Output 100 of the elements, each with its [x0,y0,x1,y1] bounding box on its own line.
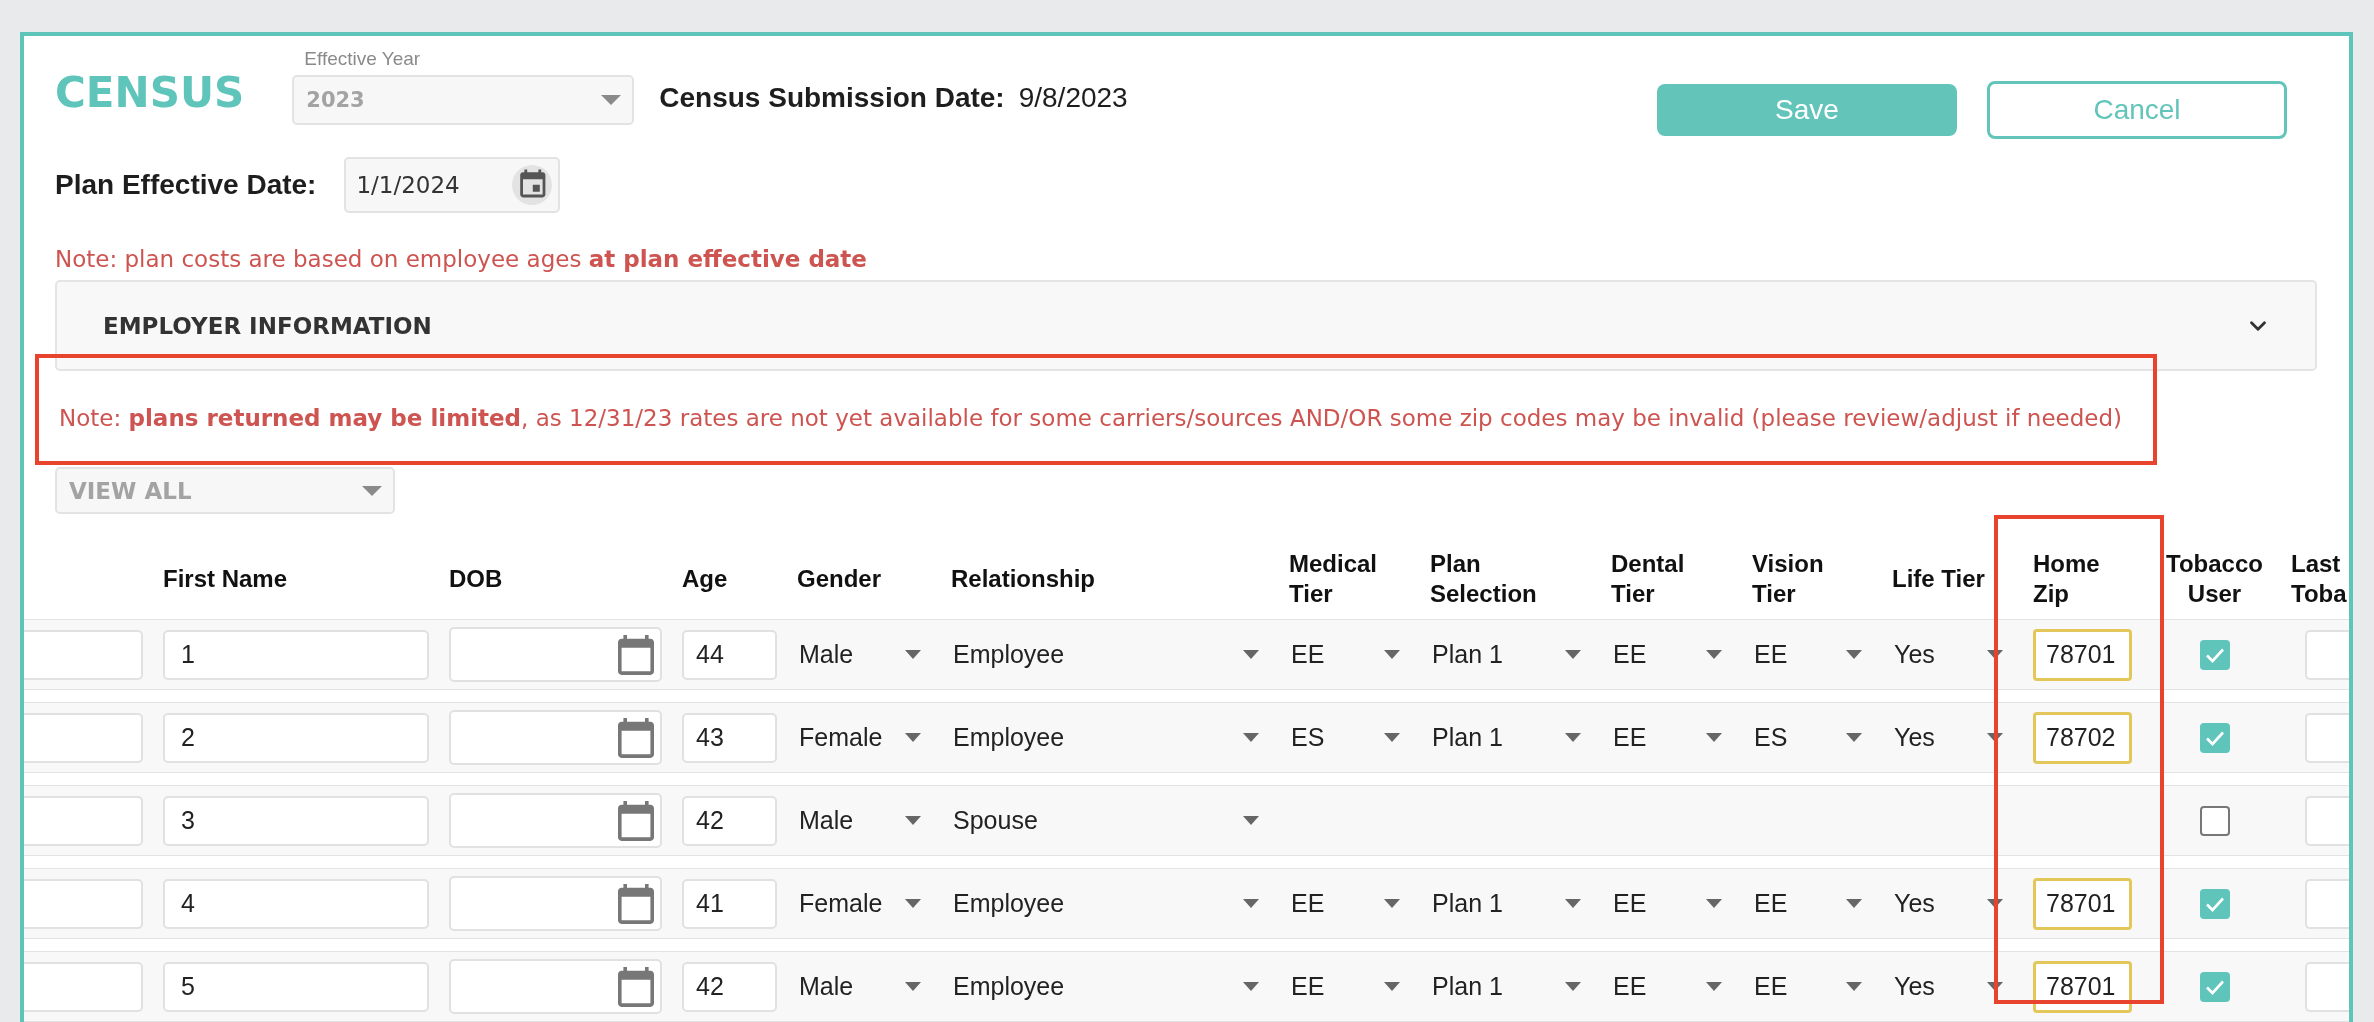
tier-select[interactable]: EE [1289,878,1410,929]
input-field[interactable] [2305,961,2349,1012]
check-icon [2204,978,2225,995]
age-field[interactable]: 43 [682,712,777,763]
tier-select[interactable]: Yes [1892,961,2013,1012]
caret-icon [1243,982,1259,991]
accordion-header[interactable]: EMPLOYER INFORMATION [55,280,2317,371]
caret-icon [1565,650,1581,659]
tier-select[interactable]: Plan 1 [1430,629,1591,680]
date-field[interactable] [449,710,662,765]
date-field[interactable] [449,627,662,682]
tobacco-checkbox[interactable] [2199,971,2230,1002]
tier-select[interactable]: Yes [1892,629,2013,680]
caret-icon [905,816,921,825]
zip-field[interactable]: 78701 [2033,628,2132,681]
gender-select[interactable]: Male [797,961,931,1012]
tobacco-checkbox[interactable] [2199,805,2230,836]
column-header: Life Tier [1892,564,1985,594]
caret-icon [1846,733,1862,742]
input-field[interactable] [24,712,143,763]
tier-select[interactable]: ES [1752,712,1872,763]
date-field[interactable] [449,793,662,848]
calendar-icon[interactable] [618,883,654,924]
tobacco-checkbox[interactable] [2199,639,2230,670]
caret-icon [601,95,622,105]
zip-field[interactable]: 78701 [2033,960,2132,1013]
tier-select[interactable]: EE [1611,961,1732,1012]
caret-icon [1706,650,1722,659]
first-name-field[interactable]: 5 [163,961,429,1012]
age-field[interactable]: 41 [682,878,777,929]
age-field[interactable]: 42 [682,961,777,1012]
gender-select[interactable]: Male [797,629,931,680]
tier-select[interactable]: EE [1752,961,1872,1012]
calendar-icon[interactable] [512,165,553,205]
date-field[interactable] [449,959,662,1014]
column-header: Dental Tier [1611,549,1686,609]
first-name-field[interactable]: 2 [163,712,429,763]
relationship-select[interactable]: Employee [951,878,1269,929]
column-header: Last Toba [2291,549,2348,609]
age-field[interactable]: 42 [682,795,777,846]
tier-select[interactable]: ES [1289,712,1410,763]
tier-select[interactable]: EE [1289,629,1410,680]
input-field[interactable] [2305,795,2349,846]
column-header: Gender [797,564,882,594]
column-header: Vision Tier [1752,549,1825,609]
caret-icon [1243,899,1259,908]
tier-select[interactable]: EE [1611,629,1732,680]
gender-select[interactable]: Female [797,878,931,929]
calendar-icon[interactable] [618,966,654,1007]
input-field[interactable] [2305,712,2349,763]
age-field[interactable]: 44 [682,629,777,680]
date-field[interactable] [449,876,662,931]
caret-icon [1565,733,1581,742]
tobacco-checkbox[interactable] [2199,722,2230,753]
gender-select[interactable]: Male [797,795,931,846]
caret-icon [1706,899,1722,908]
input-field[interactable] [2305,878,2349,929]
input-field[interactable] [2305,629,2349,680]
first-name-field[interactable]: 3 [163,795,429,846]
gender-select[interactable]: Female [797,712,931,763]
input-field[interactable] [24,795,143,846]
tier-select[interactable]: Plan 1 [1430,961,1591,1012]
zip-field[interactable]: 78701 [2033,877,2132,930]
submission-date-value: 9/8/2023 [1018,81,1128,115]
relationship-select[interactable]: Employee [951,629,1269,680]
tier-select[interactable]: EE [1752,629,1872,680]
calendar-icon[interactable] [618,717,654,758]
check-icon [2204,895,2225,912]
input-field[interactable] [24,878,143,929]
calendar-icon[interactable] [618,634,654,675]
tier-select[interactable]: Yes [1892,878,2013,929]
caret-icon [1565,982,1581,991]
caret-icon [1706,733,1722,742]
tier-select[interactable]: EE [1611,712,1732,763]
tier-select[interactable]: Yes [1892,712,2013,763]
tier-select[interactable]: EE [1611,878,1732,929]
column-header: First Name [163,564,288,594]
caret-icon [1243,650,1259,659]
first-name-field[interactable]: 1 [163,629,429,680]
caret-icon [1384,733,1400,742]
calendar-icon[interactable] [618,800,654,841]
caret-icon [1384,899,1400,908]
input-field[interactable] [24,629,143,680]
caret-icon [1846,899,1862,908]
caret-icon [1384,650,1400,659]
first-name-field[interactable]: 4 [163,878,429,929]
input-field[interactable] [24,961,143,1012]
date-field[interactable]: 1/1/2024 [344,157,561,213]
tier-select[interactable]: EE [1752,878,1872,929]
caret-icon [905,650,921,659]
tobacco-checkbox[interactable] [2199,888,2230,919]
tier-select[interactable]: Plan 1 [1430,878,1591,929]
zip-field[interactable]: 78702 [2033,711,2132,764]
caret-icon [1987,650,2003,659]
relationship-select[interactable]: Employee [951,712,1269,763]
tier-select[interactable]: Plan 1 [1430,712,1591,763]
relationship-select[interactable]: Spouse [951,795,1269,846]
relationship-select[interactable]: Employee [951,961,1269,1012]
field-label: Effective Year [304,48,421,70]
tier-select[interactable]: EE [1289,961,1410,1012]
